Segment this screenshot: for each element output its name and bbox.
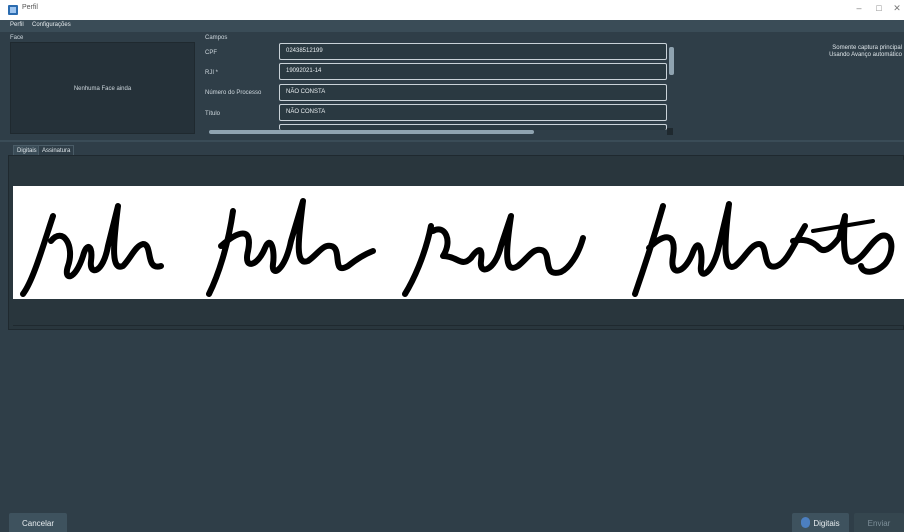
menu-perfil[interactable]: Perfil	[10, 22, 24, 28]
capture-mode-text: Somente captura principal	[832, 45, 902, 51]
section-divider	[0, 140, 904, 142]
menu-configuracoes[interactable]: Configurações	[32, 22, 71, 28]
numero-processo-label: Número do Processo	[205, 90, 262, 96]
scroll-corner	[667, 128, 673, 135]
menu-bar: Perfil Configurações	[0, 20, 904, 32]
send-button-label: Enviar	[867, 519, 891, 528]
tab-digitais[interactable]: Digitais	[13, 145, 41, 155]
signature-bottom-area	[13, 299, 904, 326]
fields-section-label: Campos	[205, 35, 228, 41]
signature-image	[13, 186, 904, 299]
advance-mode-text: Usando Avanço automático	[829, 52, 902, 58]
tab-assinatura[interactable]: Assinatura	[38, 145, 75, 155]
cpf-label: CPF	[205, 50, 217, 56]
fields-horizontal-scrollbar[interactable]	[209, 130, 534, 134]
minimize-button[interactable]: –	[852, 3, 866, 13]
app-icon	[8, 5, 18, 15]
signature-top-area	[13, 160, 904, 186]
handwritten-signature	[20, 198, 895, 297]
cpf-field[interactable]: 02438512199	[279, 43, 667, 60]
restore-button[interactable]: □	[872, 3, 886, 13]
numero-processo-field[interactable]: NÃO CONSTA	[279, 84, 667, 101]
face-empty-text: Nenhuma Face ainda	[73, 86, 132, 92]
cancel-button-label: Cancelar	[21, 519, 54, 528]
titulo-field[interactable]: NÃO CONSTA	[279, 104, 667, 121]
fingerprint-icon	[801, 517, 811, 528]
window-title: Perfil	[22, 4, 38, 11]
digitais-button[interactable]: Digitais	[792, 513, 849, 532]
cancel-button[interactable]: Cancelar	[9, 513, 67, 532]
send-button[interactable]: Enviar	[854, 513, 904, 532]
rji-field[interactable]: 19092021-14	[279, 63, 667, 80]
face-section-label: Face	[10, 35, 24, 41]
title-bar: Perfil – □ ✕	[0, 0, 904, 20]
digitais-button-label: Digitais	[813, 519, 840, 528]
fields-vertical-scrollbar[interactable]	[669, 47, 674, 75]
face-preview: Nenhuma Face ainda	[10, 42, 195, 134]
titulo-label: Título	[205, 111, 221, 117]
close-button[interactable]: ✕	[890, 3, 904, 14]
rji-label: RJI *	[205, 70, 219, 76]
